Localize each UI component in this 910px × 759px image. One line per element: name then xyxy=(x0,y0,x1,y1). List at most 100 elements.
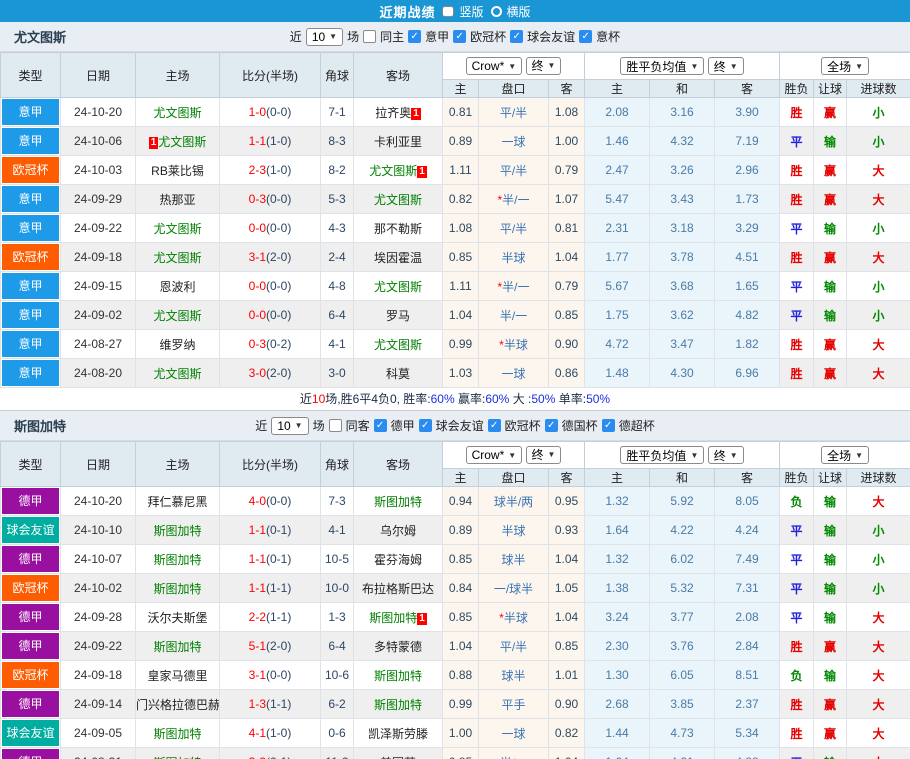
scope-select[interactable]: 全场▼ xyxy=(821,57,869,75)
cell-mean-away: 3.90 xyxy=(715,98,780,127)
fulltime-score: 3-3 xyxy=(249,755,266,759)
cell-odds-home: 0.81 xyxy=(443,98,479,127)
team-name[interactable]: 恩波利 xyxy=(159,280,195,294)
summary-segment: 场,胜6平4负0, 胜率: xyxy=(325,392,430,406)
cell-result: 胜 xyxy=(780,719,814,748)
cell-result: 负 xyxy=(780,661,814,690)
team-name[interactable]: 拜仁慕尼黑 xyxy=(147,495,207,509)
radio-selected-icon[interactable] xyxy=(442,6,454,17)
cell-league: 球会友谊 xyxy=(1,516,61,545)
cell-home: 斯图加特 xyxy=(136,748,220,759)
team-name[interactable]: 科莫 xyxy=(386,367,410,381)
team-name[interactable]: 斯图加特 xyxy=(153,727,201,741)
team-name[interactable]: 尤文图斯 xyxy=(153,106,201,120)
team-name[interactable]: 罗马 xyxy=(386,309,410,323)
col-score: 比分(半场) xyxy=(220,442,321,487)
team-name[interactable]: 尤文图斯1 xyxy=(369,164,427,178)
cell-away: 尤文图斯1 xyxy=(354,156,443,185)
team-name[interactable]: 凯泽斯劳滕 xyxy=(368,727,428,741)
team-name[interactable]: 斯图加特 xyxy=(153,640,201,654)
team-name[interactable]: 多特蒙德 xyxy=(374,640,422,654)
team-name[interactable]: 斯图加特 xyxy=(153,756,201,759)
team-name[interactable]: 尤文图斯 xyxy=(374,280,422,294)
team-name[interactable]: 斯图加特 xyxy=(374,669,422,683)
league-checkbox[interactable] xyxy=(579,30,592,43)
cell-mean-draw: 3.77 xyxy=(650,603,715,632)
scope-controls: 全场▼ xyxy=(780,442,910,469)
team-name[interactable]: 热那亚 xyxy=(159,193,195,207)
final-select[interactable]: 终▼ xyxy=(708,57,744,75)
final-select[interactable]: 终▼ xyxy=(526,57,562,75)
same-away-checkbox[interactable] xyxy=(329,419,342,432)
focus-team-name: 尤文图斯 xyxy=(374,280,422,294)
cell-mean-home: 2.47 xyxy=(585,156,650,185)
team-name[interactable]: 美因茨 xyxy=(380,756,416,759)
final-select[interactable]: 终▼ xyxy=(708,446,744,464)
team-name[interactable]: 尤文图斯 xyxy=(374,193,422,207)
league-checkbox[interactable] xyxy=(419,419,432,432)
team-name[interactable]: 门兴格拉德巴赫 xyxy=(136,698,220,712)
team-name[interactable]: 尤文图斯 xyxy=(153,309,201,323)
table-row: 德甲24-10-07斯图加特1-1(0-1)10-5霍芬海姆0.85球半1.04… xyxy=(1,545,910,574)
near-count-select[interactable]: 10▼ xyxy=(306,28,343,46)
cell-score: 1-1(1-0) xyxy=(220,127,321,156)
team-name[interactable]: 乌尔姆 xyxy=(380,524,416,538)
league-checkbox[interactable] xyxy=(408,30,421,43)
radio-horizontal[interactable]: 横版 xyxy=(491,3,531,20)
league-checkbox[interactable] xyxy=(545,419,558,432)
scope-select[interactable]: 全场▼ xyxy=(821,446,869,464)
radio-vertical[interactable]: 竖版 xyxy=(442,3,483,20)
summary-segment: 10 xyxy=(312,392,325,406)
team-name[interactable]: 皇家马德里 xyxy=(147,669,207,683)
league-checkbox[interactable] xyxy=(453,30,466,43)
bookmaker-select[interactable]: Crow*▼ xyxy=(466,57,523,75)
team-name[interactable]: 尤文图斯 xyxy=(153,367,201,381)
team-name[interactable]: 斯图加特 xyxy=(374,698,422,712)
cell-goals: 小 xyxy=(847,574,910,603)
team-name[interactable]: 尤文图斯 xyxy=(153,222,201,236)
team-name[interactable]: 霍芬海姆 xyxy=(374,553,422,567)
team-name[interactable]: 尤文图斯 xyxy=(374,338,422,352)
league-checkbox[interactable] xyxy=(602,419,615,432)
team-name[interactable]: RB莱比锡 xyxy=(151,164,204,178)
team-name[interactable]: 拉齐奥1 xyxy=(375,106,421,120)
bookmaker-select[interactable]: Crow*▼ xyxy=(466,446,523,464)
halftime-score: (1-0) xyxy=(266,163,291,177)
cell-mean-draw: 5.92 xyxy=(650,487,715,516)
cell-home: 维罗纳 xyxy=(136,330,220,359)
halftime-score: (2-1) xyxy=(266,755,291,759)
col-mean-draw: 和 xyxy=(650,80,715,98)
final-select[interactable]: 终▼ xyxy=(526,446,562,464)
focus-team-name: 尤文图斯 xyxy=(153,222,201,236)
team-name[interactable]: 斯图加特 xyxy=(153,524,201,538)
near-count-select[interactable]: 10▼ xyxy=(271,417,308,435)
team-name[interactable]: 维罗纳 xyxy=(159,338,195,352)
team-name[interactable]: 斯图加特 xyxy=(153,553,201,567)
cell-corner: 6-2 xyxy=(321,690,354,719)
team-name[interactable]: 斯图加特 xyxy=(153,582,201,596)
team-name[interactable]: 沃尔夫斯堡 xyxy=(147,611,207,625)
chevron-down-icon: ▼ xyxy=(329,32,337,41)
cell-date: 24-09-02 xyxy=(61,301,136,330)
mean-select[interactable]: 胜平负均值▼ xyxy=(620,446,704,464)
cell-mean-draw: 3.16 xyxy=(650,98,715,127)
mean-select[interactable]: 胜平负均值▼ xyxy=(620,57,704,75)
table-row: 欧冠杯24-09-18皇家马德里3-1(0-0)10-6斯图加特0.88球半1.… xyxy=(1,661,910,690)
team-name[interactable]: 那不勒斯 xyxy=(374,222,422,236)
cell-handicap: 赢 xyxy=(814,632,847,661)
team-name[interactable]: 斯图加特 xyxy=(374,495,422,509)
team-name[interactable]: 1尤文图斯 xyxy=(149,135,207,149)
focus-team-name: 尤文图斯 xyxy=(153,106,201,120)
same-home-checkbox[interactable] xyxy=(363,30,376,43)
team-name[interactable]: 斯图加特1 xyxy=(369,611,427,625)
league-checkbox[interactable] xyxy=(510,30,523,43)
league-checkbox[interactable] xyxy=(488,419,501,432)
cell-odds-line: 半球 xyxy=(479,516,549,545)
radio-unselected-icon[interactable] xyxy=(491,6,502,17)
team-name[interactable]: 埃因霍温 xyxy=(374,251,422,265)
team-name[interactable]: 布拉格斯巴达 xyxy=(362,582,434,596)
cell-mean-draw: 4.30 xyxy=(650,359,715,388)
league-checkbox[interactable] xyxy=(374,419,387,432)
team-name[interactable]: 尤文图斯 xyxy=(153,251,201,265)
team-name[interactable]: 卡利亚里 xyxy=(374,135,422,149)
